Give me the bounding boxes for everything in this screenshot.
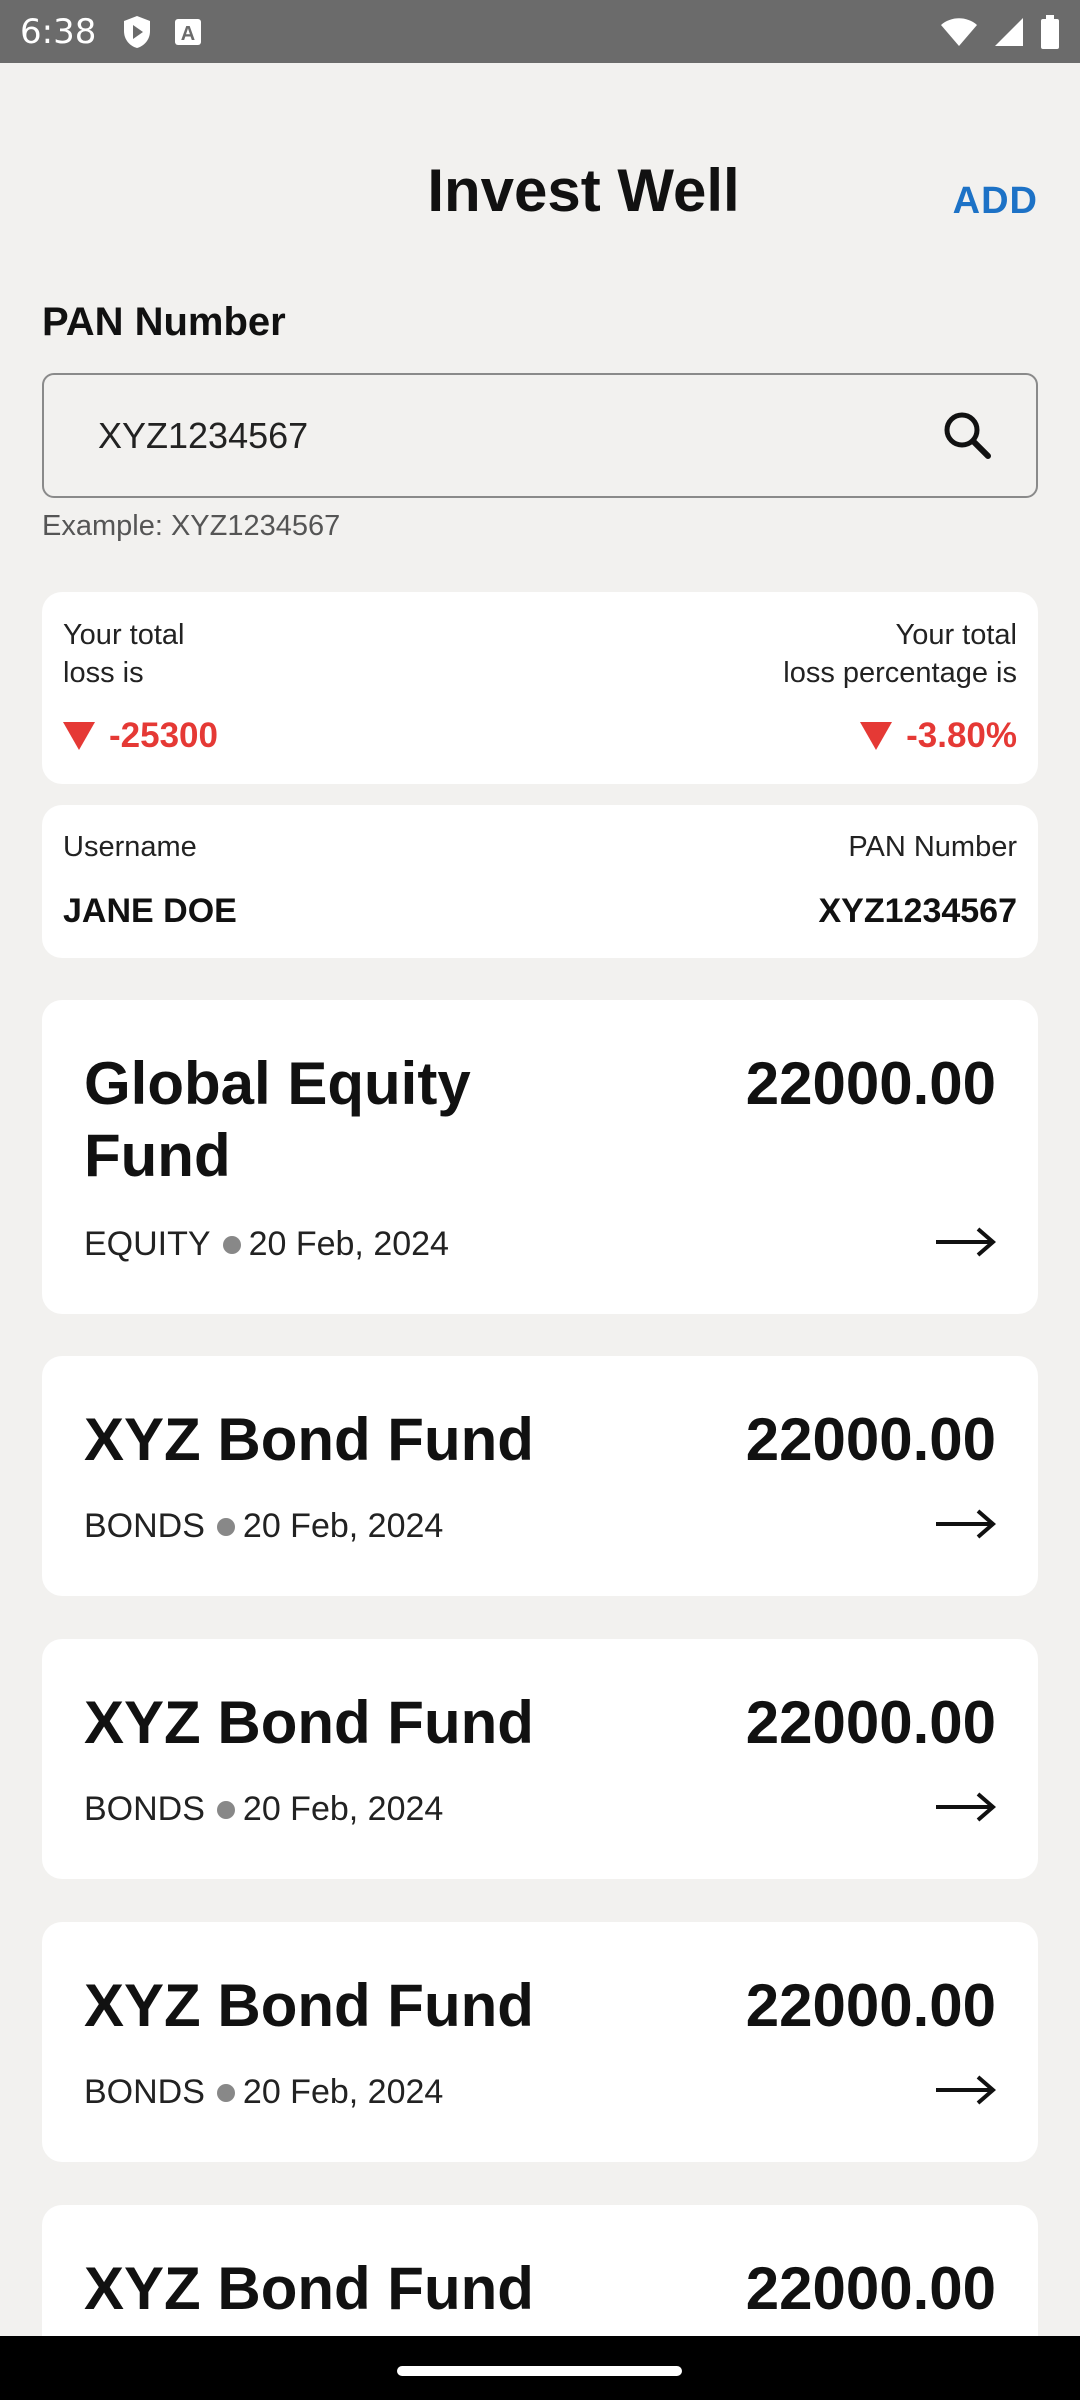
fund-amount: 22000.00 bbox=[745, 1406, 996, 1473]
fund-category: BONDS bbox=[84, 2073, 205, 2111]
pan-search-field[interactable] bbox=[42, 373, 1038, 498]
user-info-card: Username PAN Number JANE DOE XYZ1234567 bbox=[42, 805, 1038, 958]
fund-card[interactable]: Global Equity Fund 22000.00 EQUITY 20 Fe… bbox=[42, 1000, 1038, 1314]
total-loss-label-line2: loss is bbox=[63, 657, 144, 689]
fund-amount: 22000.00 bbox=[745, 2255, 996, 2322]
pan-number-label: PAN Number bbox=[848, 831, 1017, 863]
arrow-right-icon[interactable] bbox=[934, 2075, 996, 2105]
username-value: JANE DOE bbox=[63, 892, 237, 930]
signal-icon bbox=[995, 17, 1023, 46]
down-triangle-icon bbox=[860, 722, 893, 750]
fund-amount: 22000.00 bbox=[745, 1050, 996, 1117]
fund-category: BONDS bbox=[84, 1507, 205, 1545]
total-loss-label-line1: Your total bbox=[63, 619, 185, 651]
total-loss-amount: -25300 bbox=[109, 716, 218, 755]
status-time: 6:38 bbox=[20, 11, 97, 52]
fund-meta: EQUITY 20 Feb, 2024 bbox=[84, 1225, 449, 1264]
fund-card[interactable]: XYZ Bond Fund 22000.00 BONDS 20 Feb, 202… bbox=[42, 1356, 1038, 1596]
status-bar: 6:38 A bbox=[0, 0, 1080, 63]
total-loss-label: Your total loss is bbox=[63, 616, 184, 692]
loss-percentage-label: Your total loss percentage is bbox=[783, 616, 1017, 692]
loss-percentage-value: -3.80% bbox=[860, 716, 1017, 756]
search-icon[interactable] bbox=[940, 408, 996, 464]
home-indicator[interactable] bbox=[397, 2366, 682, 2376]
add-button[interactable]: ADD bbox=[953, 180, 1038, 223]
fund-date: 20 Feb, 2024 bbox=[242, 2073, 444, 2111]
loss-pct-label-line1: Your total bbox=[895, 619, 1017, 651]
fund-card[interactable]: XYZ Bond Fund 22000.00 BONDS 20 Feb, 202… bbox=[42, 1922, 1038, 2162]
font-a-icon: A bbox=[175, 18, 202, 45]
app-header: Invest Well ADD bbox=[0, 150, 1080, 234]
fund-meta: BONDS 20 Feb, 2024 bbox=[84, 1507, 443, 1546]
battery-icon bbox=[1041, 14, 1059, 49]
fund-category: BONDS bbox=[84, 1790, 205, 1828]
separator-dot bbox=[216, 2083, 235, 2102]
app-title: Invest Well bbox=[427, 157, 740, 224]
fund-name: Global Equity Fund bbox=[84, 1050, 471, 1189]
fund-date: 20 Feb, 2024 bbox=[242, 1507, 444, 1545]
down-triangle-icon bbox=[63, 722, 95, 750]
fund-name: XYZ Bond Fund bbox=[84, 1972, 534, 2039]
arrow-right-icon[interactable] bbox=[934, 1227, 996, 1257]
shield-icon bbox=[124, 15, 151, 48]
separator-dot bbox=[222, 1235, 241, 1254]
loss-pct-label-line2: loss percentage is bbox=[783, 657, 1017, 689]
svg-text:A: A bbox=[181, 23, 195, 45]
arrow-right-icon[interactable] bbox=[934, 1792, 996, 1822]
loss-percentage-amount: -3.80% bbox=[906, 716, 1017, 755]
fund-date: 20 Feb, 2024 bbox=[242, 1790, 444, 1828]
fund-date: 20 Feb, 2024 bbox=[248, 1225, 449, 1263]
separator-dot bbox=[216, 1800, 235, 1819]
separator-dot bbox=[216, 1517, 235, 1536]
fund-meta: BONDS 20 Feb, 2024 bbox=[84, 1790, 443, 1829]
navigation-bar bbox=[0, 2336, 1080, 2400]
pan-label: PAN Number bbox=[42, 300, 286, 344]
fund-meta: BONDS 20 Feb, 2024 bbox=[84, 2073, 443, 2112]
username-label: Username bbox=[63, 831, 197, 863]
fund-name: XYZ Bond Fund bbox=[84, 1406, 534, 1473]
pan-hint: Example: XYZ1234567 bbox=[42, 510, 341, 542]
pan-input[interactable] bbox=[98, 414, 940, 457]
loss-summary-card: Your total loss is Your total loss perce… bbox=[42, 592, 1038, 784]
fund-name: XYZ Bond Fund bbox=[84, 1689, 534, 1756]
wifi-icon bbox=[941, 17, 977, 46]
arrow-right-icon[interactable] bbox=[934, 1509, 996, 1539]
fund-amount: 22000.00 bbox=[745, 1689, 996, 1756]
fund-card[interactable]: XYZ Bond Fund 22000.00 BONDS 20 Feb, 202… bbox=[42, 1639, 1038, 1879]
total-loss-value: -25300 bbox=[63, 716, 218, 756]
fund-amount: 22000.00 bbox=[745, 1972, 996, 2039]
fund-category: EQUITY bbox=[84, 1225, 211, 1263]
pan-number-value: XYZ1234567 bbox=[818, 892, 1018, 930]
fund-name: XYZ Bond Fund bbox=[84, 2255, 534, 2322]
